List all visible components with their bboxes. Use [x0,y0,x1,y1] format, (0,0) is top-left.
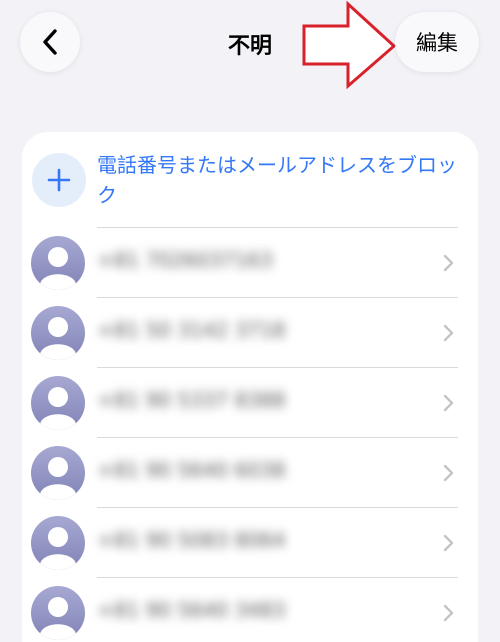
person-icon [40,457,76,500]
person-icon [40,597,76,640]
chevron-right-icon [443,464,454,482]
avatar [31,236,85,290]
chevron-right-icon [443,254,454,272]
phone-number: +81 90 5083 8064 [97,528,286,552]
blocked-contacts-screen: 不明 編集 電話番号またはメールアドレスをブロック +81 7026037163 [0,0,500,642]
callout-arrow [302,0,397,90]
avatar [31,376,85,430]
chevron-right-icon [443,324,454,342]
avatar [31,446,85,500]
contact-row[interactable]: +81 50 3142 3718 [22,298,478,368]
phone-number: +81 90 5640 6038 [97,458,286,482]
block-number-or-email-button[interactable]: 電話番号またはメールアドレスをブロック [22,132,478,226]
blocked-list-card: 電話番号またはメールアドレスをブロック +81 7026037163 +81 5… [22,132,478,642]
contact-row[interactable]: +81 7026037163 [22,228,478,298]
person-icon [40,317,76,360]
contact-row[interactable]: +81 90 5640 6038 [22,438,478,508]
block-number-label: 電話番号またはメールアドレスをブロック [97,153,457,207]
chevron-right-icon [443,604,454,622]
plus-icon-circle [32,153,86,207]
contact-row[interactable]: +81 90 5083 8064 [22,508,478,578]
avatar [31,516,85,570]
edit-button[interactable]: 編集 [395,12,479,72]
avatar [31,586,85,640]
plus-icon [47,168,71,192]
avatar [31,306,85,360]
contact-row[interactable]: +81 90 5337 8388 [22,368,478,438]
person-icon [40,247,76,290]
phone-number: +81 90 5640 3483 [97,598,286,622]
chevron-right-icon [443,534,454,552]
phone-number: +81 7026037163 [97,248,273,272]
contact-row[interactable]: +81 90 5640 3483 [22,578,478,642]
person-icon [40,387,76,430]
chevron-right-icon [443,394,454,412]
person-icon [40,527,76,570]
phone-number: +81 50 3142 3718 [97,318,286,342]
phone-number: +81 90 5337 8388 [97,388,286,412]
